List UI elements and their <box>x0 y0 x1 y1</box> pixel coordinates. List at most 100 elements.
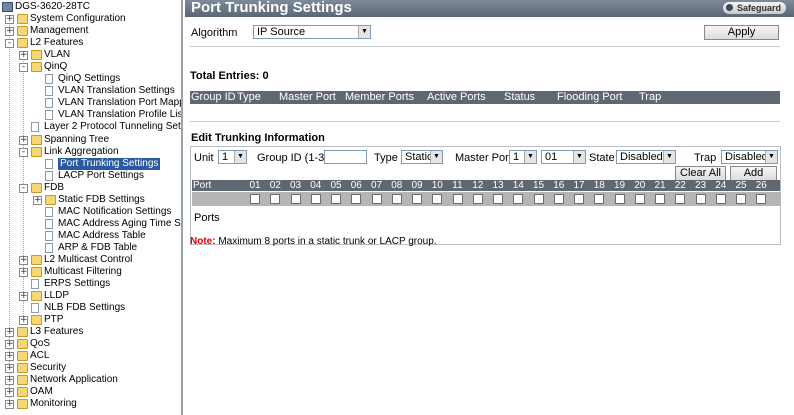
apply-button[interactable]: Apply <box>704 25 779 40</box>
tree-item[interactable]: + OAM <box>0 386 181 398</box>
chevron-down-icon: ▼ <box>663 151 675 163</box>
tree-item[interactable]: + Security <box>0 362 181 374</box>
tree-item[interactable]: + Static FDB Settings <box>0 194 181 206</box>
tree-item[interactable]: NLB FDB Settings <box>0 302 181 314</box>
expand-icon[interactable]: + <box>19 292 28 301</box>
expand-icon[interactable]: + <box>33 196 42 205</box>
port-number: 08 <box>391 180 403 191</box>
expand-icon[interactable]: + <box>19 268 28 277</box>
expand-icon[interactable]: + <box>5 400 14 409</box>
tree-item[interactable]: + Monitoring <box>0 398 181 410</box>
tree-item[interactable]: VLAN Translation Settings <box>0 85 181 97</box>
collapse-icon[interactable]: - <box>19 184 28 193</box>
port-checkbox[interactable] <box>351 194 362 204</box>
expand-icon[interactable]: + <box>5 388 14 397</box>
tree-item[interactable]: + Spanning Tree <box>0 134 181 146</box>
page-icon <box>31 303 39 313</box>
tree-item[interactable]: ARP & FDB Table <box>0 242 181 254</box>
port-checkbox[interactable] <box>310 194 321 204</box>
tree-item[interactable]: VLAN Translation Port Mapping Se <box>0 97 181 109</box>
port-checkbox[interactable] <box>493 194 503 204</box>
tree-item[interactable]: + QoS <box>0 338 181 350</box>
tree-item[interactable]: + L2 Multicast Control <box>0 254 181 266</box>
port-checkbox[interactable] <box>250 194 260 204</box>
port-checkbox[interactable] <box>472 194 483 204</box>
add-button[interactable]: Add <box>730 166 777 181</box>
expand-icon[interactable]: + <box>5 364 14 373</box>
port-checkbox[interactable] <box>715 194 726 204</box>
tree-item[interactable]: - QinQ <box>0 61 181 73</box>
expand-icon[interactable]: + <box>19 316 28 325</box>
expand-icon[interactable]: + <box>5 328 14 337</box>
unit-select[interactable]: 1 ▼ <box>218 150 247 164</box>
port-checkbox[interactable] <box>594 194 605 204</box>
tree-item[interactable]: + L3 Features <box>0 326 181 338</box>
port-checkbox[interactable] <box>331 194 341 204</box>
port-checkbox[interactable] <box>695 194 706 204</box>
expand-icon[interactable]: + <box>19 51 28 60</box>
port-checkbox[interactable] <box>270 194 281 204</box>
trap-select[interactable]: Disabled ▼ <box>721 150 778 164</box>
tree-item[interactable]: LACP Port Settings <box>0 170 181 182</box>
port-checkbox[interactable] <box>432 194 443 204</box>
tree-item[interactable]: MAC Notification Settings <box>0 206 181 218</box>
tree-item[interactable]: Layer 2 Protocol Tunneling Settings <box>0 121 181 133</box>
expand-icon[interactable]: + <box>5 15 14 24</box>
port-checkbox[interactable] <box>553 194 564 204</box>
tree-item[interactable]: ERPS Settings <box>0 278 181 290</box>
master-unit-select[interactable]: 1 ▼ <box>509 150 537 164</box>
tree-item[interactable]: Port Trunking Settings <box>0 158 181 170</box>
tree-item[interactable]: + PTP <box>0 314 181 326</box>
port-checkbox[interactable] <box>391 194 402 204</box>
clear-all-button[interactable]: Clear All <box>675 166 726 181</box>
expand-icon[interactable]: + <box>5 340 14 349</box>
tree-item[interactable]: MAC Address Table <box>0 230 181 242</box>
tree-item[interactable]: + Multicast Filtering <box>0 266 181 278</box>
collapse-icon[interactable]: - <box>19 63 28 72</box>
collapse-icon[interactable]: - <box>5 39 14 48</box>
port-checkbox[interactable] <box>513 194 524 204</box>
port-checkbox[interactable] <box>290 194 301 204</box>
tree-item[interactable]: - FDB <box>0 182 181 194</box>
port-checkbox[interactable] <box>452 194 463 204</box>
port-checkbox[interactable] <box>675 194 686 204</box>
tree-item-label: Link Aggregation <box>44 146 119 157</box>
port-checkbox[interactable] <box>412 194 422 204</box>
folder-icon <box>31 147 42 157</box>
port-checkbox[interactable] <box>533 194 544 204</box>
expand-icon[interactable]: + <box>5 376 14 385</box>
collapse-icon[interactable]: - <box>19 148 28 157</box>
tree-item[interactable]: + ACL <box>0 350 181 362</box>
port-checkbox[interactable] <box>371 194 382 204</box>
master-port-select[interactable]: 01 ▼ <box>541 150 586 164</box>
tree-item[interactable]: + LLDP <box>0 290 181 302</box>
tree-item-label: PTP <box>44 314 64 325</box>
tree-item[interactable]: + System Configuration <box>0 13 181 25</box>
type-select[interactable]: Static ▼ <box>401 150 443 164</box>
port-checkbox[interactable] <box>614 194 625 204</box>
tree-item[interactable]: MAC Address Aging Time Settings <box>0 218 181 230</box>
expand-icon[interactable]: + <box>19 136 28 145</box>
tree-item[interactable]: - L2 Features <box>0 37 181 49</box>
state-select[interactable]: Disabled ▼ <box>616 150 676 164</box>
expand-icon[interactable]: + <box>5 352 14 361</box>
tree-item-label: FDB <box>44 182 64 193</box>
port-checkbox[interactable] <box>756 194 767 204</box>
group-id-input[interactable] <box>324 150 367 164</box>
port-checkbox[interactable] <box>655 194 665 204</box>
tree-item[interactable]: DGS-3620-28TC <box>0 1 181 13</box>
port-checkbox[interactable] <box>574 194 584 204</box>
tree-item[interactable]: VLAN Translation Profile List <box>0 109 181 121</box>
tree-item[interactable]: + Management <box>0 25 181 37</box>
tree-item[interactable]: + VLAN <box>0 49 181 61</box>
expand-icon[interactable]: + <box>5 27 14 36</box>
tree-item[interactable]: QinQ Settings <box>0 73 181 85</box>
tree-item[interactable]: + Network Application <box>0 374 181 386</box>
tree-item[interactable]: - Link Aggregation <box>0 146 181 158</box>
algorithm-select[interactable]: IP Source ▼ <box>253 25 371 39</box>
port-checkbox[interactable] <box>736 194 746 204</box>
tree-item-label: QinQ <box>44 61 68 72</box>
port-checkbox[interactable] <box>634 194 645 204</box>
port-number: 15 <box>532 180 545 191</box>
expand-icon[interactable]: + <box>19 256 28 265</box>
